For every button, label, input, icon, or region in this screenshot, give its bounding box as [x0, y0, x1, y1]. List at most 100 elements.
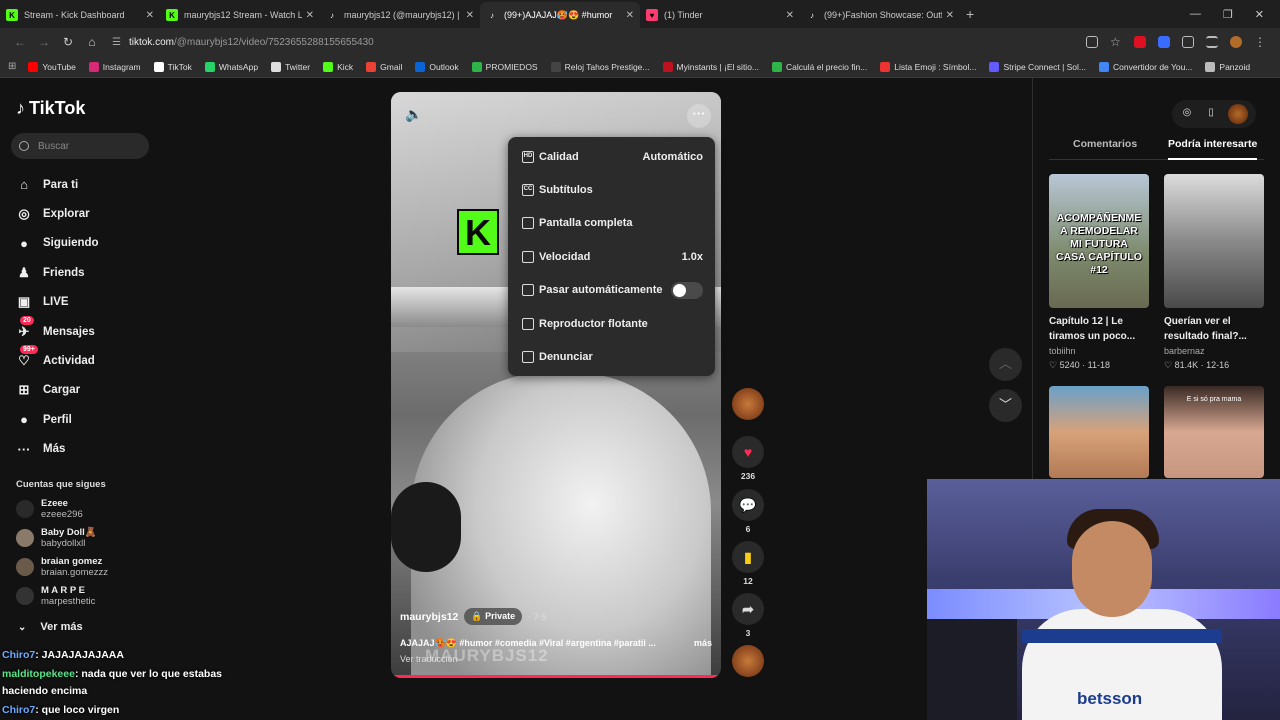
sidebar-item-cargar[interactable]: ⊞ Cargar [16, 376, 156, 405]
search-input[interactable]: Buscar [11, 133, 149, 159]
bookmark-item[interactable]: Reloj Tahos Prestige... [550, 61, 650, 72]
suggested-video-card[interactable]: E si só pra mama [1164, 386, 1264, 478]
sound-disc-button[interactable] [730, 645, 766, 677]
description-more-link[interactable]: más [694, 638, 712, 649]
sidebar-item-explorar[interactable]: ◎ Explorar [16, 199, 156, 228]
browser-tab[interactable]: ♪ maurybjs12 (@maurybjs12) | Ti ✕ [320, 2, 480, 28]
sidebar-item-para-ti[interactable]: ⌂ Para ti [16, 170, 156, 199]
followed-account[interactable]: Ezeee ezeee296 [16, 498, 83, 520]
more-options-button[interactable]: ··· [687, 104, 711, 128]
bookmark-item[interactable]: Twitter [271, 61, 310, 72]
sidebar-item-live[interactable]: ▣ LIVE [16, 288, 156, 317]
tab-comments[interactable]: Comentarios [1073, 138, 1137, 150]
bookmark-item[interactable]: Calculá el precio fin... [772, 61, 867, 72]
close-tab-icon[interactable]: ✕ [786, 10, 794, 21]
bookmark-item[interactable]: PROMIEDOS [471, 61, 538, 72]
menu-item-report-flag[interactable]: Denunciar [508, 340, 715, 373]
followed-account[interactable]: braian gomez braian.gomezzz [16, 556, 108, 578]
reload-icon[interactable]: ↻ [56, 35, 80, 49]
see-translation-link[interactable]: Ver traducción [400, 654, 458, 664]
bookmark-item[interactable]: Stripe Connect | Sol... [989, 61, 1086, 72]
extensions-puzzle-icon[interactable] [1182, 36, 1194, 48]
maximize-button[interactable]: ❐ [1223, 8, 1233, 21]
close-tab-icon[interactable]: ✕ [626, 10, 634, 21]
compass-small-icon[interactable]: ◎ [1180, 107, 1194, 121]
cast-icon[interactable] [1086, 36, 1098, 48]
save-button[interactable]: ▮ 12 [730, 541, 766, 586]
browser-tab[interactable]: ♪ (99+)AJAJAJ🥵😍 #humor ✕ [480, 2, 640, 28]
followed-account[interactable]: M A R P Emarpesthetic [16, 585, 95, 607]
close-tab-icon[interactable]: ✕ [466, 10, 474, 21]
menu-item-fullscreen[interactable]: Pantalla completa [508, 207, 715, 240]
bookmark-item[interactable]: Kick [323, 61, 353, 72]
bookmark-item[interactable]: Outlook [415, 61, 459, 72]
chevron-up-icon: ︿ [998, 356, 1012, 371]
menu-item-floating-player[interactable]: Reproductor flotante [508, 307, 715, 340]
tiktok-logo[interactable]: ♪ TikTok [16, 98, 85, 119]
bookmark-item[interactable]: Instagram [88, 61, 141, 72]
chat-username[interactable]: malditopekeee [2, 668, 75, 680]
menu-item-captions[interactable]: CC Subtítulos [508, 173, 715, 206]
suggested-video-card[interactable]: ACOMPÁÑENME A REMODELAR MI FUTURA CASA C… [1049, 174, 1149, 371]
sidebar-item-perfil[interactable]: ● Perfil [16, 405, 156, 434]
autoscroll-toggle[interactable] [671, 281, 703, 299]
suggested-video-card[interactable] [1049, 386, 1149, 478]
bookmark-item[interactable]: WhatsApp [204, 61, 258, 72]
comment-button[interactable]: 💬 6 [730, 489, 766, 534]
sidebar-item-friends[interactable]: ♟ Friends [16, 258, 156, 287]
next-video-button[interactable]: ﹀ [989, 389, 1022, 422]
browser-tab[interactable]: ♥ (1) Tinder ✕ [640, 2, 800, 28]
menu-item-quality[interactable]: HD Calidad Automático [508, 140, 715, 173]
browser-tab[interactable]: ♪ (99+)Fashion Showcase: Outfit ✕ [800, 2, 960, 28]
author-avatar-button[interactable] [730, 388, 766, 420]
browser-tab[interactable]: K Stream - Kick Dashboard ✕ [0, 2, 160, 28]
menu-item-autoscroll[interactable]: Pasar automáticamente [508, 274, 715, 307]
apps-grid-icon[interactable]: ⊞ [8, 61, 16, 72]
followed-account[interactable]: Baby Doll🧸 babydollxll [16, 527, 97, 549]
phone-icon[interactable]: ▯ [1204, 107, 1218, 121]
suggested-video-card[interactable]: Querían ver el resultado final?... barbe… [1164, 174, 1264, 371]
bookmark-star-icon[interactable]: ☆ [1110, 36, 1122, 48]
home-button-icon[interactable]: ⌂ [80, 35, 104, 49]
sidebar-item-mensajes[interactable]: ✈ Mensajes 20 [16, 315, 156, 346]
menu-item-speed[interactable]: Velocidad 1.0x [508, 240, 715, 273]
bookmark-item[interactable]: YouTube [28, 61, 76, 72]
close-tab-icon[interactable]: ✕ [306, 10, 314, 21]
previous-video-button[interactable]: ︿ [989, 348, 1022, 381]
close-tab-icon[interactable]: ✕ [146, 10, 154, 21]
url-field[interactable]: ☰ tiktok.com /@maurybjs12/video/75236552… [112, 31, 1086, 53]
video-progress-bar[interactable] [391, 675, 721, 678]
profile-avatar[interactable] [1230, 36, 1242, 48]
browser-tab[interactable]: Kmaurybjs12 Stream - Watch Live ✕ [160, 2, 320, 28]
sidebar-item-actividad[interactable]: ♡ Actividad 99+ [16, 345, 156, 375]
user-avatar[interactable] [1228, 104, 1248, 124]
sidebar-item-más[interactable]: ··· Más [16, 435, 156, 464]
tab-suggestions[interactable]: Podría interesarte [1168, 138, 1258, 160]
bookmark-item[interactable]: TikTok [153, 61, 192, 72]
forward-icon[interactable]: → [32, 35, 56, 49]
extension-red-icon[interactable] [1134, 36, 1146, 48]
like-button[interactable]: ♥ 236 [730, 436, 766, 481]
bookmark-item[interactable]: Myinstants | ¡El sitio... [662, 61, 759, 72]
chat-username[interactable]: Chiro7 [2, 704, 35, 716]
back-icon[interactable]: ← [8, 35, 32, 49]
media-control-icon[interactable] [1206, 36, 1218, 48]
share-button[interactable]: ➦ 3 [730, 593, 766, 638]
chat-username[interactable]: Chiro7 [2, 649, 35, 661]
video-author[interactable]: maurybjs12 [400, 611, 458, 623]
close-window-button[interactable]: ✕ [1255, 8, 1264, 21]
bookmark-item[interactable]: Lista Emoji : Símbol... [880, 61, 976, 72]
volume-icon[interactable]: 🔈 [405, 106, 422, 123]
private-label: Private [485, 611, 516, 621]
bookmark-item[interactable]: Convertidor de You... [1099, 61, 1192, 72]
browser-menu-icon[interactable]: ⋮ [1254, 36, 1266, 48]
bookmark-item[interactable]: Gmail [366, 61, 402, 72]
see-more-button[interactable]: ⌄ Ver más [18, 621, 83, 633]
site-info-icon[interactable]: ☰ [112, 37, 121, 48]
new-tab-button[interactable]: + [966, 6, 974, 22]
close-tab-icon[interactable]: ✕ [946, 10, 954, 21]
minimize-button[interactable]: — [1190, 8, 1201, 21]
sidebar-item-siguiendo[interactable]: ● Siguiendo [16, 229, 156, 258]
bookmark-item[interactable]: Panzoid [1205, 61, 1250, 72]
extension-blue-icon[interactable] [1158, 36, 1170, 48]
